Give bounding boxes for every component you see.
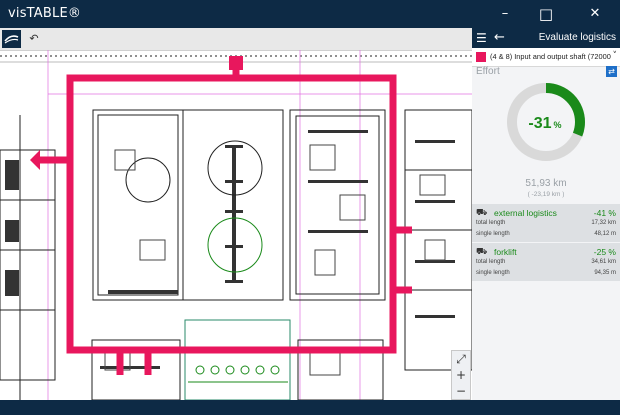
logistics-panel: ☰ ← Evaluate logistics (4 & 8) Input and… <box>472 28 620 400</box>
effort-row: Effort ⇄ <box>472 66 620 80</box>
floor-plan-canvas[interactable]: ↶ ⤢ + − <box>0 28 472 400</box>
undo-icon[interactable]: ↶ <box>25 30 43 48</box>
fit-view-icon[interactable]: ⤢ <box>452 351 470 367</box>
single-length-label: single length <box>476 231 510 237</box>
panel-title: Evaluate logistics <box>538 32 616 43</box>
hamburger-menu-icon[interactable]: ☰ <box>476 31 487 45</box>
category-percent: -25 % <box>593 247 616 257</box>
effort-percent: -31% <box>528 115 561 132</box>
back-arrow-icon[interactable]: ← <box>494 30 505 45</box>
truck-icon: ⛟ <box>476 208 488 218</box>
minimize-button[interactable]: – <box>482 0 528 28</box>
zoom-in-button[interactable]: + <box>452 367 470 383</box>
category-name: external logistics <box>494 208 557 218</box>
title-bar: visTABLE® – □ ✕ <box>0 0 620 28</box>
total-length-label: total length <box>476 220 506 226</box>
close-button[interactable]: ✕ <box>572 0 618 28</box>
category-external-logistics[interactable]: ⛟ external logistics -41 % total length … <box>472 204 620 242</box>
product-color-swatch <box>476 52 486 62</box>
category-percent: -41 % <box>593 208 616 218</box>
total-distance: 51,93 km <box>525 178 567 189</box>
effort-donut: -31% <box>507 83 585 161</box>
panel-header: ☰ ← Evaluate logistics <box>472 28 620 48</box>
total-length-value: 34,61 km <box>591 259 616 265</box>
total-length-label: total length <box>476 259 506 265</box>
product-selector-text: (4 & 8) Input and output shaft (72000 <box>490 52 611 61</box>
category-name: forklift <box>494 247 517 257</box>
vistable-logo-icon[interactable] <box>2 30 21 48</box>
effort-label: Effort <box>476 66 500 77</box>
product-selector[interactable]: (4 & 8) Input and output shaft (72000 ˅ <box>472 48 620 67</box>
app-title: visTABLE® <box>8 6 82 21</box>
chevron-down-icon[interactable]: ˅ <box>613 51 618 61</box>
swap-icon[interactable]: ⇄ <box>606 66 617 77</box>
single-length-label: single length <box>476 270 510 276</box>
category-forklift[interactable]: ⛟ forklift -25 % total length 34,61 km s… <box>472 243 620 281</box>
forklift-icon: ⛟ <box>476 247 488 257</box>
zoom-out-button[interactable]: − <box>452 383 470 399</box>
single-length-value: 48,12 m <box>594 231 616 237</box>
single-length-value: 94,35 m <box>594 270 616 276</box>
maximize-button[interactable]: □ <box>523 0 569 28</box>
total-distance-delta: ( -23,19 km ) <box>527 191 565 198</box>
floor-plan-drawing <box>0 50 472 400</box>
zoom-controls: ⤢ + − <box>451 350 471 400</box>
total-length-value: 17,32 km <box>591 220 616 226</box>
canvas-toolbar: ↶ <box>0 28 472 51</box>
status-bar <box>0 400 620 415</box>
